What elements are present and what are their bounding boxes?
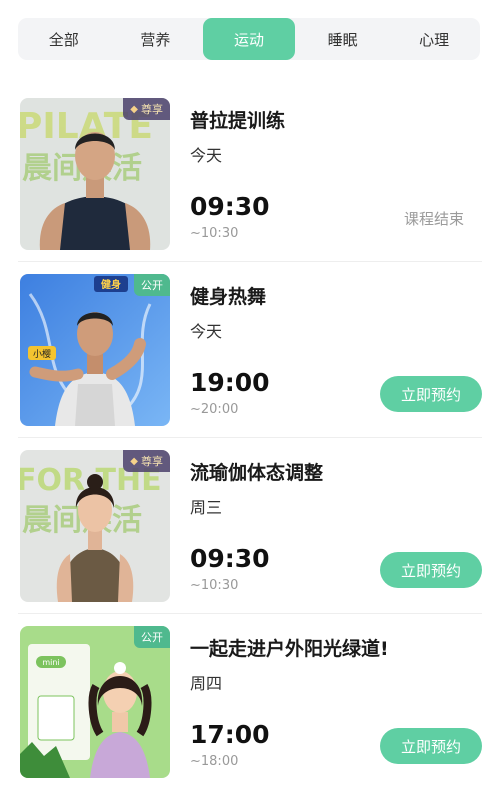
course-start-time: 17:00: [190, 720, 270, 749]
trainer-photo: mini: [20, 626, 170, 778]
book-now-button[interactable]: 立即预约: [380, 552, 482, 588]
course-card[interactable]: FOR THE 晨间焕活 ◆ 尊享 流瑜伽体态调整 周三 09:30 ~10:3…: [18, 438, 482, 614]
trainer-photo: 健身 小樱: [20, 274, 170, 426]
book-now-button[interactable]: 立即预约: [380, 728, 482, 764]
course-day: 周三: [190, 498, 223, 517]
tab-sleep[interactable]: 睡眠: [297, 18, 389, 60]
course-start-time: 09:30: [190, 544, 270, 573]
course-card[interactable]: mini 公开 一起走进户外阳光绿道! 周四 17:00 ~18:00 立即预约: [18, 614, 482, 790]
tab-exercise[interactable]: 运动: [203, 18, 295, 60]
course-day: 今天: [190, 322, 223, 341]
tab-nutrition[interactable]: 营养: [110, 18, 202, 60]
thumb-tag-text: 健身: [101, 278, 121, 291]
exclusive-badge: ◆ 尊享: [123, 450, 170, 472]
course-end-time: ~10:30: [190, 226, 239, 241]
badge-label: 公开: [141, 279, 163, 292]
course-start-time: 09:30: [190, 192, 270, 221]
course-title: 流瑜伽体态调整: [190, 462, 324, 484]
badge-label: 尊享: [141, 103, 163, 116]
diamond-icon: ◆: [130, 455, 138, 467]
public-badge: 公开: [134, 274, 170, 296]
thumb-tag-text: mini: [42, 658, 59, 667]
course-day: 周四: [190, 674, 223, 693]
public-badge: 公开: [134, 626, 170, 648]
exclusive-badge: ◆ 尊享: [123, 98, 170, 120]
course-card[interactable]: 健身 小樱 公开 健身热舞 今天 19:00 ~20:00 立即预约: [18, 262, 482, 438]
course-title: 健身热舞: [190, 286, 267, 308]
course-title: 普拉提训练: [190, 110, 286, 132]
badge-label: 公开: [141, 631, 163, 644]
course-list: PILATE 晨间焕活 ◆ 尊享 普拉提训练 今天 09:30 ~10:30 课…: [0, 86, 500, 790]
trainer-photo: FOR THE 晨间焕活: [20, 450, 170, 602]
course-card[interactable]: PILATE 晨间焕活 ◆ 尊享 普拉提训练 今天 09:30 ~10:30 课…: [18, 86, 482, 262]
course-thumbnail: FOR THE 晨间焕活 ◆ 尊享: [20, 450, 170, 602]
course-day: 今天: [190, 146, 223, 165]
course-thumbnail: 健身 小樱 公开: [20, 274, 170, 426]
course-end-time: ~10:30: [190, 578, 239, 593]
course-ended-status: 课程结束: [403, 210, 464, 228]
book-now-button[interactable]: 立即预约: [380, 376, 482, 412]
course-title: 一起走进户外阳光绿道!: [190, 638, 389, 660]
course-end-time: ~18:00: [190, 754, 239, 769]
tab-psychology[interactable]: 心理: [388, 18, 480, 60]
thumb-trainer-name: 小樱: [33, 348, 51, 360]
tab-all[interactable]: 全部: [18, 18, 110, 60]
course-start-time: 19:00: [190, 368, 270, 397]
category-tabs: 全部 营养 运动 睡眠 心理: [18, 18, 480, 60]
trainer-photo: PILATE 晨间焕活: [20, 98, 170, 250]
course-thumbnail: PILATE 晨间焕活 ◆ 尊享: [20, 98, 170, 250]
course-thumbnail: mini 公开: [20, 626, 170, 778]
course-end-time: ~20:00: [190, 402, 239, 417]
badge-label: 尊享: [141, 455, 163, 468]
diamond-icon: ◆: [130, 103, 138, 115]
